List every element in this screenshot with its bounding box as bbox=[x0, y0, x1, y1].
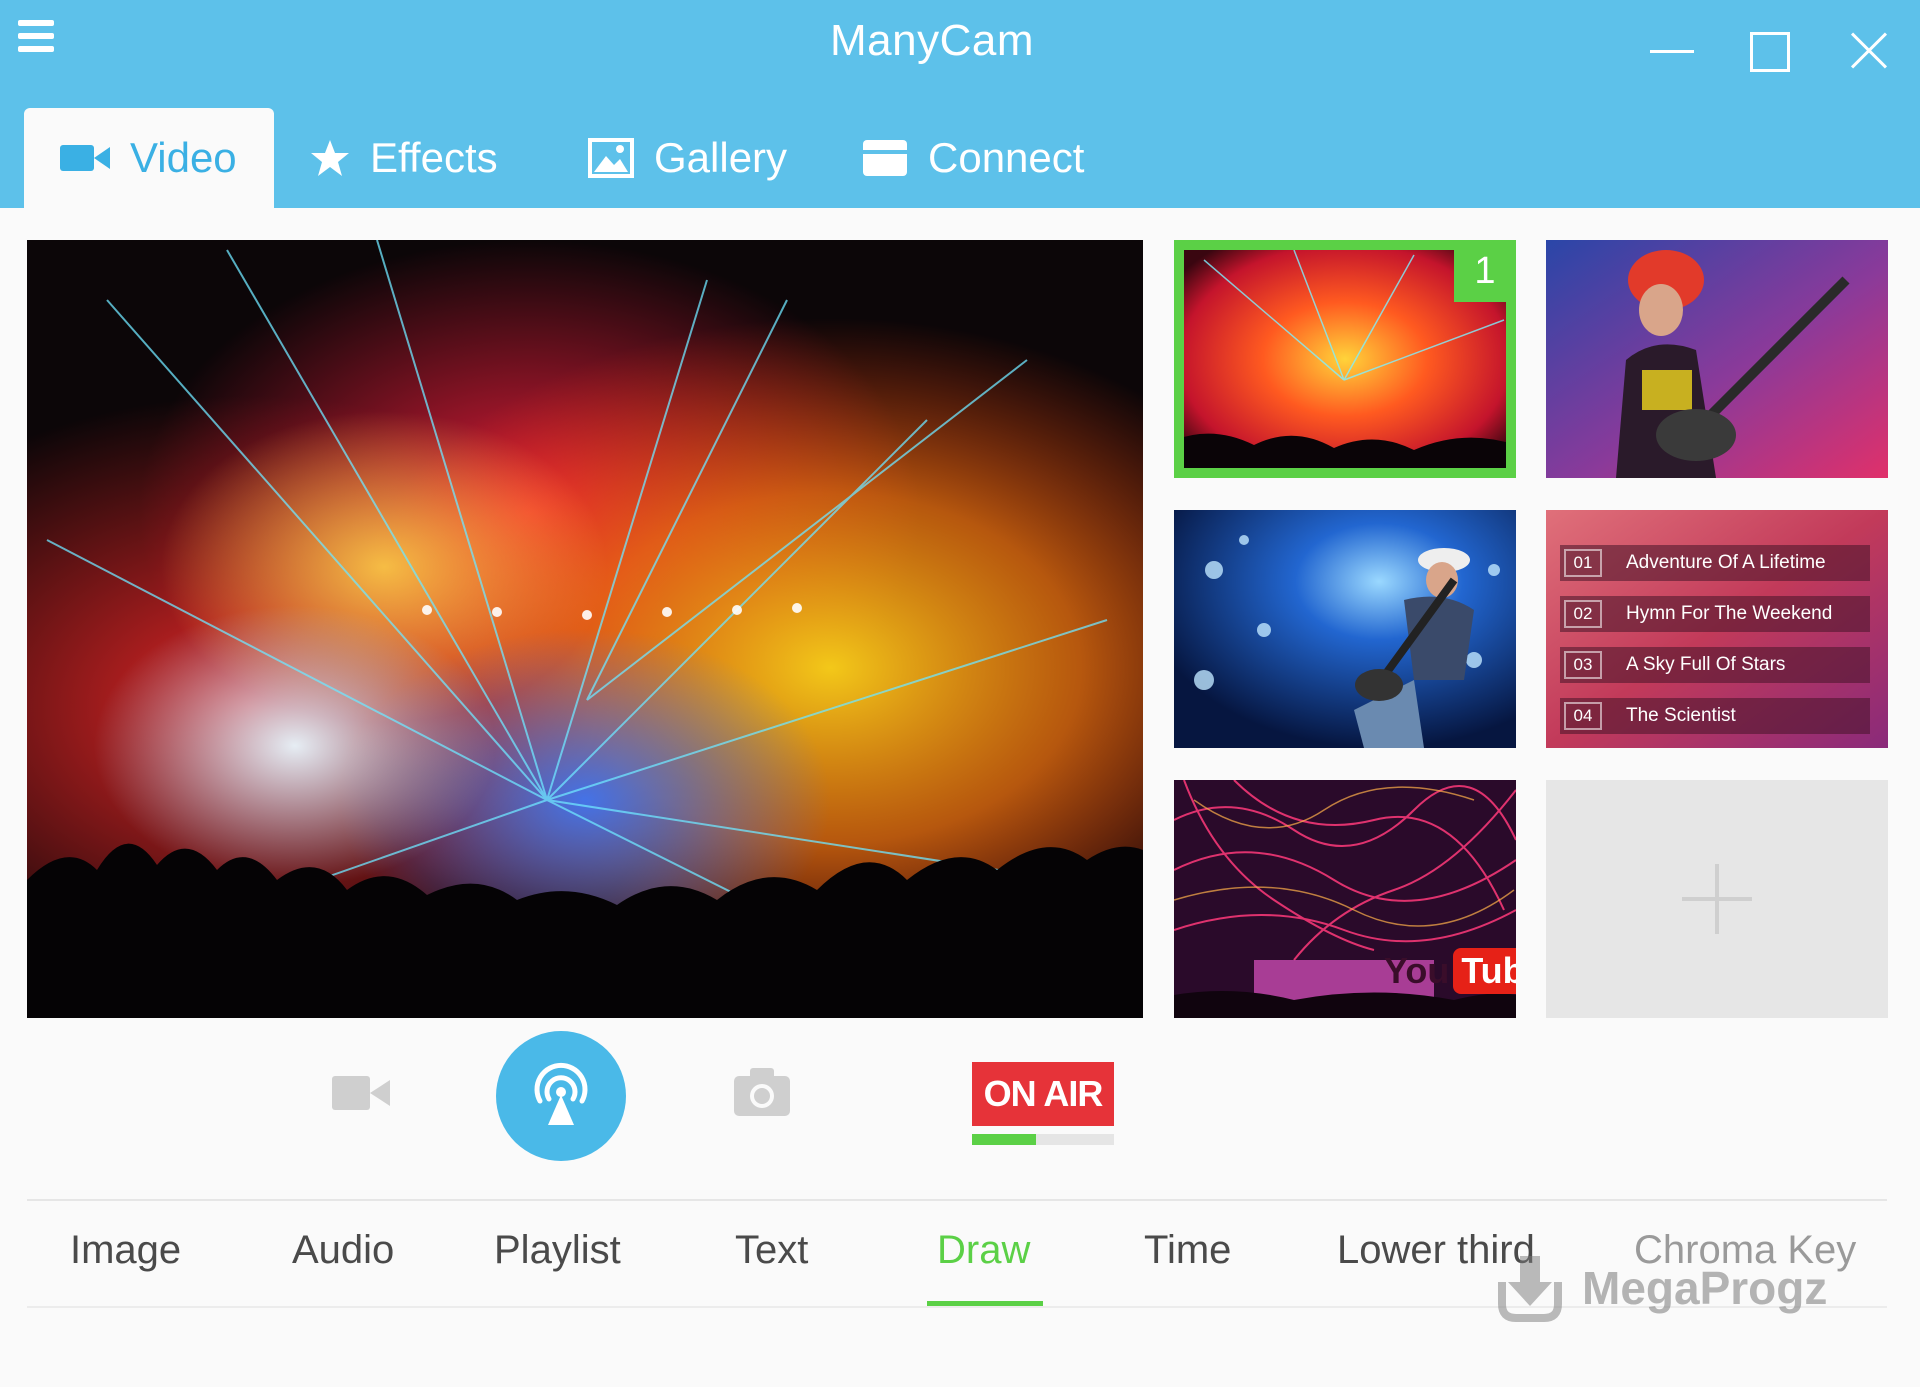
picture-icon bbox=[588, 138, 634, 178]
app-title: ManyCam bbox=[830, 16, 1034, 65]
source-tile-guitarist[interactable] bbox=[1546, 240, 1888, 478]
tab-text[interactable]: Text bbox=[735, 1228, 808, 1273]
youtube-logo: You Tube bbox=[1384, 948, 1516, 994]
close-icon[interactable] bbox=[1840, 22, 1900, 82]
tab-gallery[interactable]: Gallery bbox=[588, 108, 787, 208]
star-icon bbox=[310, 138, 350, 178]
divider bbox=[27, 1199, 1887, 1201]
connect-icon bbox=[862, 138, 908, 178]
tab-video[interactable]: Video bbox=[24, 108, 274, 208]
plus-icon bbox=[1682, 864, 1752, 934]
tab-effects[interactable]: Effects bbox=[310, 108, 498, 208]
title-bar: ManyCam Video Effects Gallery Connect bbox=[0, 0, 1920, 208]
source-tile-playlist[interactable]: 01 Adventure Of A Lifetime 02 Hymn For T… bbox=[1546, 510, 1888, 748]
playlist-item: 03 A Sky Full Of Stars bbox=[1560, 647, 1870, 683]
maximize-icon[interactable] bbox=[1740, 22, 1800, 82]
tab-image[interactable]: Image bbox=[70, 1228, 181, 1273]
tab-gallery-label: Gallery bbox=[654, 134, 788, 181]
add-source-tile[interactable] bbox=[1546, 780, 1888, 1018]
broadcast-button[interactable] bbox=[496, 1031, 626, 1161]
source-tile-concert[interactable]: 1 bbox=[1174, 240, 1516, 478]
tab-audio[interactable]: Audio bbox=[292, 1228, 394, 1273]
main-preview[interactable] bbox=[27, 240, 1143, 1018]
source-tile-youtube[interactable]: You Tube bbox=[1174, 780, 1516, 1018]
playlist-item: 01 Adventure Of A Lifetime bbox=[1560, 545, 1870, 581]
snapshot-camera-icon[interactable] bbox=[734, 1068, 790, 1121]
tab-connect[interactable]: Connect bbox=[862, 108, 1084, 208]
selected-source-badge: 1 bbox=[1454, 240, 1516, 302]
tab-draw[interactable]: Draw bbox=[937, 1228, 1030, 1273]
watermark: MegaProgz bbox=[1494, 1252, 1827, 1324]
video-record-icon[interactable] bbox=[332, 1072, 390, 1119]
playlist-item: 04 The Scientist bbox=[1560, 698, 1870, 734]
tab-effects-label: Effects bbox=[370, 134, 498, 181]
audio-level-fill bbox=[972, 1134, 1036, 1145]
tab-time[interactable]: Time bbox=[1144, 1228, 1231, 1273]
playlist-item: 02 Hymn For The Weekend bbox=[1560, 596, 1870, 632]
minimize-icon[interactable] bbox=[1640, 22, 1700, 82]
source-tile-spotlight-guitarist[interactable] bbox=[1174, 510, 1516, 748]
download-arrow-icon bbox=[1498, 1256, 1562, 1322]
audio-level-meter bbox=[972, 1134, 1114, 1145]
tab-playlist[interactable]: Playlist bbox=[494, 1228, 621, 1273]
tab-connect-label: Connect bbox=[928, 134, 1085, 181]
tab-video-label: Video bbox=[130, 134, 237, 181]
video-camera-icon bbox=[60, 141, 110, 175]
broadcast-icon bbox=[534, 1062, 588, 1125]
on-air-button[interactable]: ON AIR bbox=[972, 1062, 1114, 1126]
